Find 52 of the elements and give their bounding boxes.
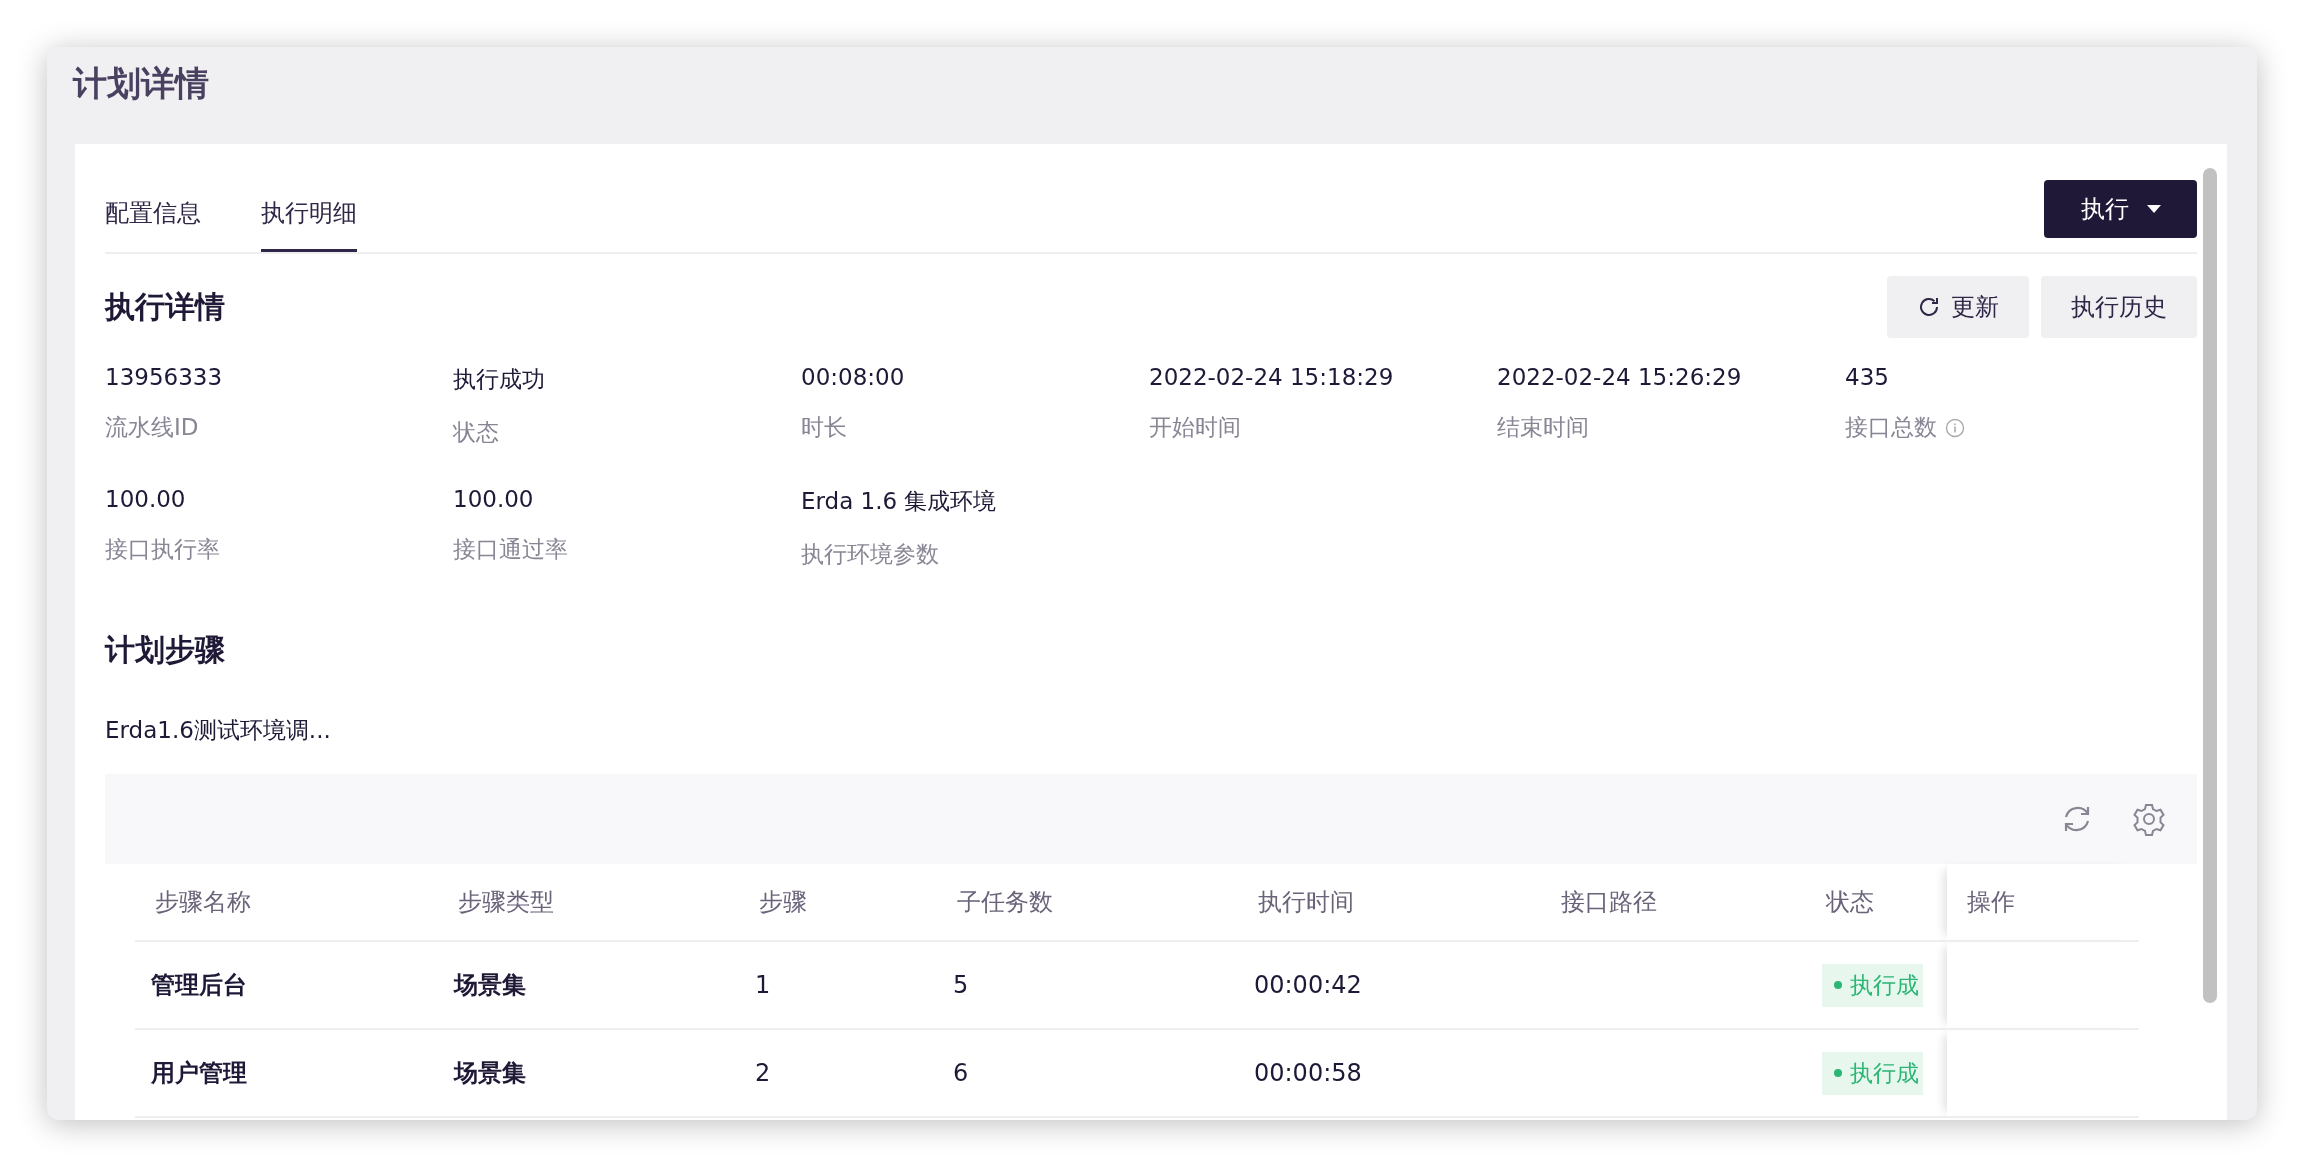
field-label: 接口总数 — [1845, 413, 1937, 442]
tab[interactable]: 执行明细 — [261, 197, 357, 252]
column-header: 执行时间 — [1238, 864, 1541, 941]
field-value: Erda 1.6 集成环境 — [801, 487, 998, 516]
field-value: 100.00 — [105, 486, 187, 512]
section-title: 计划步骤 — [105, 631, 225, 669]
run-button[interactable]: 执行 — [2044, 180, 2197, 238]
field-value: 00:08:00 — [801, 364, 906, 390]
field-label: 接口执行率 — [105, 535, 220, 564]
column-header: 子任务数 — [937, 864, 1238, 941]
column-header: 接口路径 — [1541, 864, 1806, 941]
refresh-button[interactable]: 更新 — [1887, 276, 2029, 338]
column-header: 步骤 — [739, 864, 937, 941]
plan-name: Erda1.6测试环境调... — [105, 716, 332, 745]
table-cell: 场景集 — [438, 941, 739, 1029]
scrollbar-thumb[interactable] — [2203, 168, 2217, 1003]
field-label: 执行环境参数 — [801, 540, 939, 569]
column-header: 操作 — [1947, 864, 2139, 941]
settings-icon[interactable] — [2131, 801, 2167, 837]
table-cell: 1 — [739, 941, 937, 1029]
table-cell: 00:00:42 — [1238, 941, 1541, 1029]
field-value: 执行成功 — [453, 365, 546, 394]
field-value: 100.00 — [453, 486, 535, 512]
column-header: 步骤名称 — [135, 864, 438, 941]
history-button[interactable]: 执行历史 — [2041, 276, 2197, 338]
status-tag: 执行成 — [1821, 963, 1923, 1007]
refresh-icon — [1917, 295, 1941, 319]
table-cell: 管理后台 — [135, 941, 438, 1029]
table-cell: 6 — [937, 1029, 1238, 1117]
field-label: 接口通过率 — [453, 535, 568, 564]
field-label: 结束时间 — [1497, 413, 1589, 442]
field-value: 2022-02-24 15:18:29 — [1149, 364, 1395, 390]
column-header: 状态 — [1805, 864, 1948, 941]
field-value: 435 — [1845, 364, 1890, 390]
column-header: 步骤类型 — [438, 864, 739, 941]
tab[interactable]: 配置信息 — [105, 197, 201, 252]
table-cell: 2 — [739, 1029, 937, 1117]
page-title: 计划详情 — [71, 62, 210, 105]
table-cell: 5 — [937, 941, 1238, 1029]
field-label: 流水线ID — [105, 413, 199, 442]
field-value: 13956333 — [105, 364, 224, 390]
table-cell: 用户管理 — [135, 1029, 438, 1117]
status-tag: 执行成 — [1821, 1051, 1923, 1095]
caret-icon — [2146, 205, 2161, 213]
field-label: 状态 — [453, 418, 499, 447]
info-icon[interactable] — [1945, 417, 1965, 438]
field-value: 2022-02-24 15:26:29 — [1497, 364, 1743, 390]
field-label: 开始时间 — [1149, 413, 1241, 442]
table-cell: 00:00:58 — [1238, 1029, 1541, 1117]
section-title: 执行详情 — [105, 287, 225, 326]
field-label: 时长 — [801, 413, 847, 442]
table-cell: 场景集 — [438, 1029, 739, 1117]
